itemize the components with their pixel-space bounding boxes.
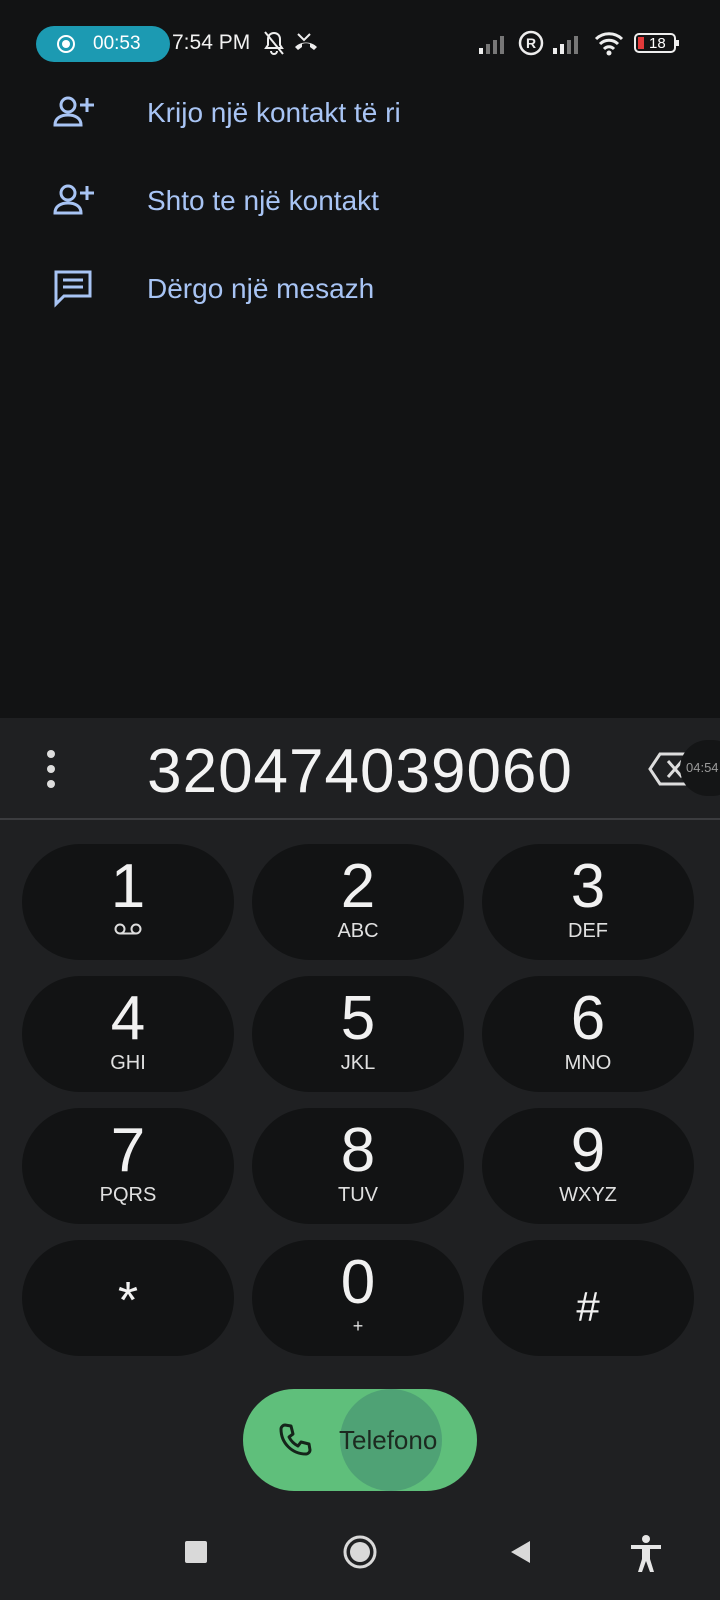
key-letters: DEF [568, 920, 608, 942]
dial-key-5[interactable]: 5 JKL [252, 976, 464, 1092]
missed-call-icon [295, 33, 317, 50]
dial-key-2[interactable]: 2 ABC [252, 844, 464, 960]
dial-key-9[interactable]: 9 WXYZ [482, 1108, 694, 1224]
key-letters: + [352, 1316, 364, 1336]
signal-icon-sim2 [553, 36, 578, 54]
battery-level: 18 [649, 35, 666, 52]
key-digit: # [576, 1283, 600, 1330]
home-icon[interactable] [342, 1534, 378, 1570]
menu-item-label: Krijo një kontakt të ri [147, 97, 401, 128]
dial-key-3[interactable]: 3 DEF [482, 844, 694, 960]
svg-text:R: R [526, 35, 536, 51]
dial-key-1[interactable]: 1 [22, 844, 234, 960]
roaming-icon: R [518, 30, 544, 56]
phone-icon [279, 1423, 312, 1456]
person-add-icon [53, 96, 94, 127]
signal-icon-sim1 [479, 36, 504, 54]
dial-key-star[interactable]: * [22, 1240, 234, 1356]
key-digit: 7 [110, 1116, 146, 1185]
person-add-icon [53, 184, 94, 215]
key-letters: GHI [110, 1052, 146, 1074]
accessibility-icon[interactable] [628, 1534, 664, 1574]
record-icon [57, 35, 75, 53]
key-letters: ABC [337, 920, 379, 942]
dial-key-6[interactable]: 6 MNO [482, 976, 694, 1092]
key-digit: 2 [340, 852, 376, 921]
recents-icon[interactable] [184, 1540, 208, 1564]
dial-key-hash[interactable]: # [482, 1240, 694, 1356]
call-button[interactable]: Telefono [243, 1389, 477, 1491]
dial-key-0[interactable]: 0 + [252, 1240, 464, 1356]
key-digit: 3 [570, 852, 606, 921]
key-digit: 5 [340, 984, 376, 1053]
recording-timer: 00:53 [93, 33, 141, 54]
dial-key-7[interactable]: 7 PQRS [22, 1108, 234, 1224]
key-digit: * [117, 1272, 139, 1330]
voicemail-icon [114, 923, 142, 935]
key-letters: PQRS [99, 1184, 157, 1206]
call-button-label: Telefono [339, 1425, 438, 1455]
back-icon[interactable] [508, 1539, 534, 1565]
wifi-icon [594, 32, 624, 56]
dial-key-8[interactable]: 8 TUV [252, 1108, 464, 1224]
navigation-bar [0, 1500, 720, 1600]
bell-off-icon [264, 31, 284, 55]
key-digit: 9 [570, 1116, 606, 1185]
key-digit: 4 [110, 984, 146, 1053]
key-digit: 8 [340, 1116, 376, 1185]
key-digit: 1 [110, 852, 146, 921]
screen-recording-indicator[interactable]: 00:53 [36, 26, 170, 62]
key-digit: 0 [340, 1248, 376, 1317]
status-time: 7:54 PM [172, 31, 251, 54]
message-icon [54, 270, 92, 308]
menu-item-send-message[interactable]: Dërgo një mesazh [0, 248, 720, 328]
dial-key-4[interactable]: 4 GHI [22, 976, 234, 1092]
dialed-number[interactable]: 320474039060 [0, 736, 720, 807]
dialed-number-bar: 320474039060 04:54 [0, 718, 720, 820]
menu-item-create-contact[interactable]: Krijo një kontakt të ri [0, 72, 720, 152]
menu-item-add-to-contact[interactable]: Shto te një kontakt [0, 160, 720, 240]
menu-item-label: Shto te një kontakt [147, 185, 379, 216]
key-letters: WXYZ [559, 1184, 617, 1206]
key-letters: JKL [340, 1052, 376, 1074]
menu-item-label: Dërgo një mesazh [147, 273, 375, 304]
key-letters: MNO [564, 1052, 612, 1074]
key-digit: 6 [570, 984, 606, 1053]
key-letters: TUV [338, 1184, 378, 1206]
